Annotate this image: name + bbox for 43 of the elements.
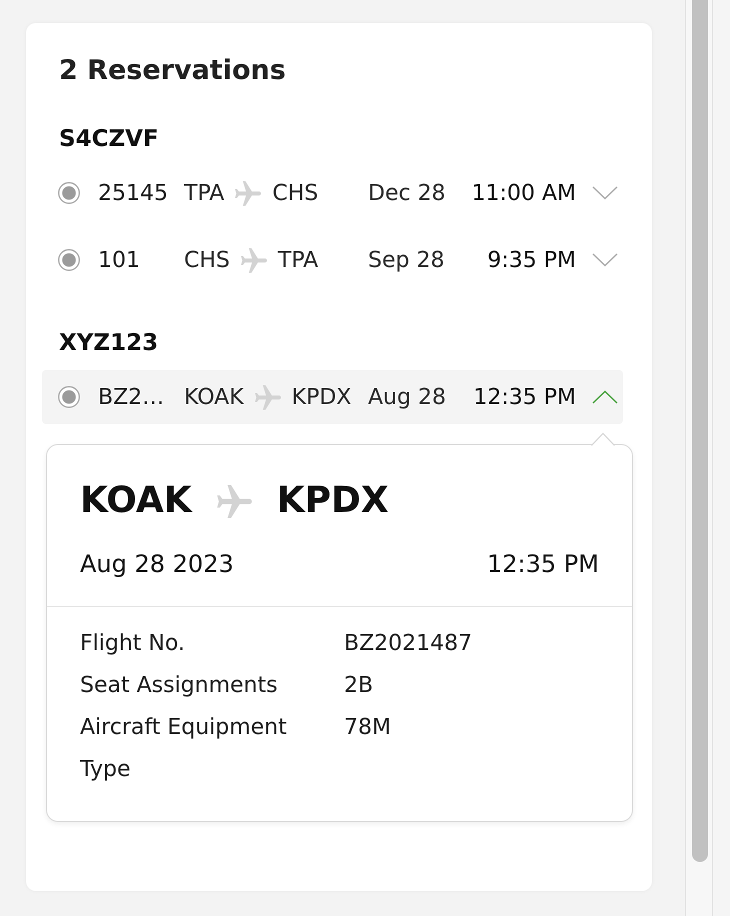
destination-code: KPDX [292,384,352,410]
destination-code: TPA [278,248,318,272]
destination-code: CHS [272,180,318,206]
detail-label: Flight No. [80,630,186,658]
scrollbar-track[interactable] [685,0,713,916]
flight-number: 101 [97,248,141,272]
flight-row[interactable]: BZ2… KOAK KPDX Aug 28 12:35 PM [42,370,623,424]
panel-title: 2 Reservations [59,54,287,88]
flight-row[interactable]: 101 CHS TPA Sep 28 9:35 PM [42,233,623,287]
flight-date: Aug 28 2023 [80,549,234,579]
flight-number: BZ2… [97,384,166,410]
airplane-icon [235,180,262,206]
chevron-up-icon[interactable] [592,390,618,404]
departure-time: 12:35 PM [472,384,576,410]
flight-date: Dec 28 [367,180,447,206]
detail-value: BZ2021487 [344,630,474,658]
chevron-down-icon[interactable] [592,186,618,200]
radio-button[interactable] [58,182,80,204]
flight-date: Sep 28 [367,248,446,272]
chevron-down-icon[interactable] [592,253,618,267]
flight-date: Aug 28 [367,384,447,410]
scrollbar-thumb[interactable] [692,0,708,862]
detail-label: Seat Assignments [80,672,279,700]
departure-time: 9:35 PM [486,248,576,272]
radio-button[interactable] [58,249,80,271]
airplane-icon [240,248,267,272]
origin-code: CHS [184,248,230,272]
destination-code: KPDX [276,479,389,523]
origin-code: TPA [184,180,224,206]
airplane-icon [254,384,281,410]
flight-row[interactable]: 25145 TPA CHS Dec 28 11:00 AM [42,166,623,220]
radio-button[interactable] [58,386,80,408]
departure-time: 11:00 AM [470,180,576,206]
reservation-code: XYZ123 [59,329,160,357]
detail-value: 78M [344,714,392,742]
reservation-code: S4CZVF [59,125,160,153]
departure-time: 12:35 PM [487,549,599,579]
origin-code: KOAK [184,384,244,410]
detail-value: 2B [344,672,374,700]
origin-code: KOAK [80,479,192,523]
detail-label: Aircraft Equipment Type [80,714,288,784]
airplane-icon [216,484,252,518]
flight-number: 25145 [97,180,169,206]
